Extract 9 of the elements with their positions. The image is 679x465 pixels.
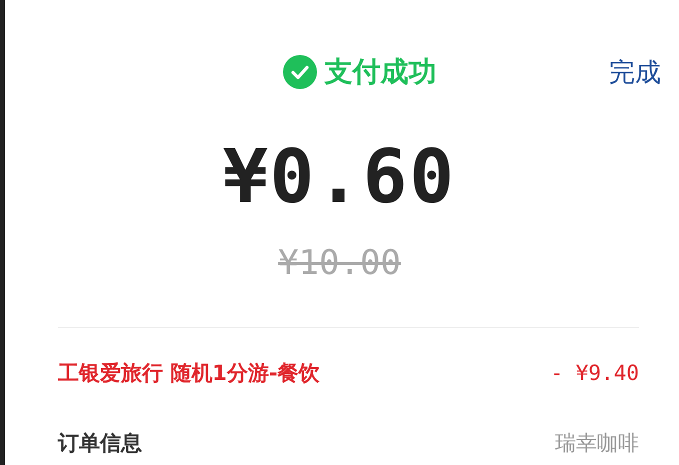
check-icon	[282, 55, 316, 89]
order-info-label: 订单信息	[58, 430, 142, 456]
status-title: 支付成功	[324, 54, 436, 90]
discount-value: - ¥9.40	[550, 360, 639, 387]
amount: ¥0.60	[223, 140, 456, 214]
original-price: ¥10.00	[278, 242, 401, 285]
done-link[interactable]: 完成	[609, 54, 661, 93]
merchant-name: 瑞幸咖啡	[555, 430, 639, 456]
discount-label: 工银爱旅行 随机1分游-餐饮	[58, 360, 320, 387]
